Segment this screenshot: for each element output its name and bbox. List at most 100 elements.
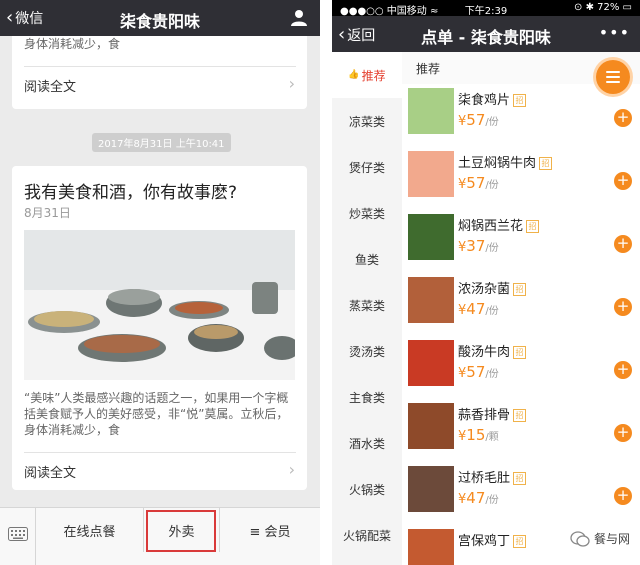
category-4[interactable]: 鱼类 [332,236,402,282]
dish-name: 土豆焖锅牛肉招 [458,152,553,171]
order-header: ‹ 返回 点单 - 柒食贵阳味 ••• [332,16,640,52]
dish-thumbnail [408,340,454,386]
signature-badge: 招 [513,472,527,485]
dish-thumbnail [408,403,454,449]
signature-badge: 招 [513,535,527,548]
category-10[interactable]: 火锅配菜 [332,512,402,558]
dish-name: 焖锅西兰花招 [458,215,540,234]
dish-price: ¥37/份 [458,237,499,255]
dish-name: 酸汤牛肉招 [458,341,527,360]
signature-badge: 招 [513,283,527,296]
article-cover-image [24,230,295,380]
category-8[interactable]: 酒水类 [332,420,402,466]
highlight-box [146,510,216,552]
dish-thumbnail [408,529,454,565]
divider [24,66,296,67]
dish-price: ¥47/份 [458,489,499,507]
dish-thumbnail [408,214,454,260]
menu-item[interactable]: 焖锅西兰花招 ¥37/份 + [402,210,640,273]
category-label: 主食类 [348,390,385,405]
signature-badge: 招 [513,346,527,359]
category-1[interactable]: 凉菜类 [332,98,402,144]
dish-price: ¥57/份 [458,174,499,192]
add-to-cart-button[interactable]: + [614,109,632,127]
dish-name: 宫保鸡丁招 [458,530,527,549]
chevron-right-icon: › [288,460,295,479]
watermark: 餐与网 [570,530,630,547]
category-label: 煲仔类 [348,160,385,175]
dish-thumbnail [408,466,454,512]
read-all-link[interactable]: 阅读全文 [24,462,76,481]
category-9[interactable]: 火锅类 [332,466,402,512]
category-label: 凉菜类 [348,114,385,129]
dish-price: ¥57/份 [458,363,499,381]
divider [24,452,296,453]
page-title: 点单 - 柒食贵阳味 [421,28,551,47]
menu-item[interactable]: 蒜香排骨招 ¥15/颗 + [402,399,640,462]
dish-price: ¥57/份 [458,111,499,129]
add-to-cart-button[interactable]: + [614,487,632,505]
category-7[interactable]: 主食类 [332,374,402,420]
category-sidebar: 👍 推荐凉菜类煲仔类炒菜类鱼类蒸菜类烫汤类主食类酒水类火锅类火锅配菜 [332,52,402,565]
bottom-menu-bar: 在线点餐 外卖 ≡ 会员 [0,507,320,565]
dish-price: ¥15/颗 [458,426,499,444]
article-title: 我有美食和酒，你有故事麽? [24,183,238,203]
wechat-logo-icon [570,530,590,547]
takeout-tab[interactable]: 外卖 [144,508,220,552]
dish-name: 过桥毛肚招 [458,467,527,486]
article-snippet: 身体消耗减少，食 [24,37,121,51]
category-label: 火锅配菜 [342,528,391,543]
online-order-tab[interactable]: 在线点餐 [36,508,144,552]
watermark-text: 餐与网 [593,532,630,546]
category-label: 蒸菜类 [348,298,385,313]
section-title: 推荐 [416,62,441,76]
category-label: 炒菜类 [348,206,385,221]
signature-badge: 招 [513,94,527,107]
chat-title: 柒食贵阳味 [119,12,200,31]
thumbs-up-icon: 👍 [348,70,360,80]
add-to-cart-button[interactable]: + [614,361,632,379]
more-menu-icon[interactable]: ••• [599,23,630,42]
category-label: 推荐 [361,68,386,83]
category-label: 烫汤类 [348,344,385,359]
add-to-cart-button[interactable]: + [614,172,632,190]
keyboard-toggle-button[interactable] [0,508,36,565]
read-all-link[interactable]: 阅读全文 [24,76,76,95]
article-description: “美味”人类最感兴趣的话题之一，如果用一个字概括美食赋予人的美好感受，非“悦”莫… [24,391,289,437]
dish-thumbnail [408,151,454,197]
dish-name: 蒜香排骨招 [458,404,527,423]
cart-menu-button[interactable] [596,60,630,94]
signature-badge: 招 [539,157,553,170]
add-to-cart-button[interactable]: + [614,298,632,316]
category-6[interactable]: 烫汤类 [332,328,402,374]
category-label: 火锅类 [348,482,385,497]
order-menu-screen: ●●●○○ 中国移动 ≈ 下午2:39 ⊙ ✱ 72% ▭ ‹ 返回 点单 - … [332,0,640,565]
dish-thumbnail [408,277,454,323]
wechat-header: ‹ 微信 柒食贵阳味 [0,0,320,36]
signature-badge: 招 [513,409,527,422]
article-card-previous[interactable]: 身体消耗减少，食 阅读全文 › [12,36,307,109]
status-bar: ●●●○○ 中国移动 ≈ 下午2:39 ⊙ ✱ 72% ▭ [332,0,640,17]
keyboard-icon [8,527,28,541]
category-3[interactable]: 炒菜类 [332,190,402,236]
battery-indicator: ⊙ ✱ 72% ▭ [574,2,632,13]
add-to-cart-button[interactable]: + [614,424,632,442]
membership-tab[interactable]: ≡ 会员 [220,508,320,552]
menu-item[interactable]: 土豆焖锅牛肉招 ¥57/份 + [402,147,640,210]
signature-badge: 招 [526,220,540,233]
wechat-chat-screen: ‹ 微信 柒食贵阳味 身体消耗减少，食 阅读全文 › 2017年8月31日 上午… [0,0,320,565]
dish-price: ¥47/份 [458,300,499,318]
person-icon[interactable] [290,8,308,26]
add-to-cart-button[interactable]: + [614,235,632,253]
category-0[interactable]: 👍 推荐 [332,52,402,98]
category-5[interactable]: 蒸菜类 [332,282,402,328]
article-card[interactable]: 我有美食和酒，你有故事麽? 8月31日 “美味”人类最感兴趣的话题之一，如果用一… [12,166,307,490]
menu-item[interactable]: 酸汤牛肉招 ¥57/份 + [402,336,640,399]
category-2[interactable]: 煲仔类 [332,144,402,190]
article-date: 8月31日 [24,206,71,220]
message-timestamp: 2017年8月31日 上午10:41 [92,133,231,152]
menu-item[interactable]: 浓汤杂菌招 ¥47/份 + [402,273,640,336]
menu-item[interactable]: 柒食鸡片招 ¥57/份 + [402,84,640,147]
dish-thumbnail [408,88,454,134]
menu-item[interactable]: 过桥毛肚招 ¥47/份 + [402,462,640,525]
